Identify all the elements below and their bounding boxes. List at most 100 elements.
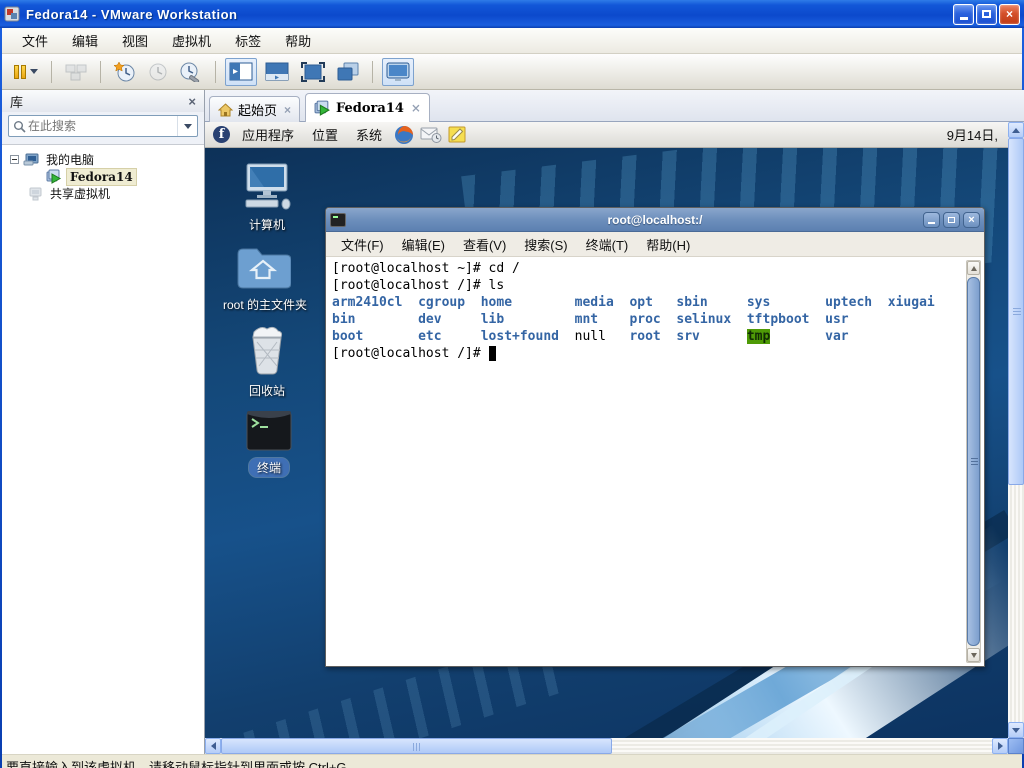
title-bar[interactable]: Fedora14 - VMware Workstation ×: [0, 0, 1024, 28]
applications-menu[interactable]: 应用程序: [236, 125, 300, 144]
terminal-scrollbar[interactable]: [966, 260, 981, 663]
devices-icon: [65, 64, 87, 80]
scroll-right-icon[interactable]: [992, 738, 1008, 754]
scroll-up-icon[interactable]: [967, 261, 980, 275]
terminal-body[interactable]: [root@localhost ~]# cd / [root@localhost …: [327, 258, 983, 665]
collapse-icon[interactable]: [10, 155, 19, 164]
unity-button[interactable]: [333, 58, 363, 86]
terminal-window-icon: [330, 212, 346, 227]
search-input[interactable]: [26, 118, 177, 134]
console-view-icon: [386, 62, 410, 81]
menu-help[interactable]: 帮助: [273, 27, 323, 54]
terminal-title-bar[interactable]: root@localhost:/ ×: [326, 208, 984, 232]
notes-icon[interactable]: [448, 126, 466, 143]
take-snapshot-button[interactable]: [110, 58, 140, 86]
tab-fedora14[interactable]: Fedora14 ×: [305, 93, 430, 122]
window-title: Fedora14 - VMware Workstation: [26, 6, 238, 22]
scroll-left-icon[interactable]: [205, 738, 221, 754]
maximize-icon: [948, 216, 955, 223]
menu-vm[interactable]: 虚拟机: [160, 27, 223, 54]
desktop-icon-home[interactable]: root 的主文件夹: [223, 244, 307, 313]
tab-close-icon[interactable]: ×: [411, 101, 421, 115]
desktop-icon-trash[interactable]: 回收站: [227, 326, 307, 399]
tree-item-shared-vms[interactable]: 共享虚拟机: [2, 185, 204, 202]
places-menu[interactable]: 位置: [306, 125, 344, 144]
tree-item-label: 我的电脑: [46, 153, 95, 167]
show-library-button[interactable]: [225, 57, 257, 86]
minimize-icon: [959, 17, 968, 20]
console-thumbnail-icon: [265, 62, 289, 81]
devices-button[interactable]: [61, 58, 91, 86]
vm-pane: 起始页 × Fedora14 × f 应用程序 位置 系统 9月14日, 计算机…: [205, 90, 1024, 754]
console-view-button[interactable]: [382, 57, 414, 86]
maximize-icon: [982, 10, 991, 18]
terminal-menu-view[interactable]: 查看(V): [454, 235, 515, 254]
terminal-menu-help[interactable]: 帮助(H): [637, 235, 699, 254]
vmware-app-icon: [4, 6, 20, 22]
desktop-icon-computer[interactable]: 计算机: [227, 162, 307, 233]
terminal-maximize-button[interactable]: [943, 211, 960, 228]
scroll-up-icon[interactable]: [1008, 122, 1024, 138]
library-close-icon[interactable]: ×: [188, 94, 196, 109]
trash-icon: [252, 326, 283, 375]
fedora-logo-icon[interactable]: f: [213, 126, 230, 143]
toolbar-separator: [215, 60, 216, 83]
terminal-menu-file[interactable]: 文件(F): [332, 235, 393, 254]
tree-item-label: 共享虚拟机: [50, 187, 111, 201]
snapshot-manager-icon: [180, 62, 200, 82]
scroll-down-icon[interactable]: [1008, 722, 1024, 738]
menu-file[interactable]: 文件: [10, 27, 60, 54]
terminal-menu-search[interactable]: 搜索(S): [515, 235, 576, 254]
menu-bar: 文件 编辑 视图 虚拟机 标签 帮助: [2, 28, 1022, 54]
terminal-menu-terminal[interactable]: 终端(T): [577, 235, 638, 254]
vm-vscroll-thumb[interactable]: [1008, 138, 1024, 485]
tab-label: Fedora14: [336, 100, 404, 116]
terminal-icon: [246, 411, 292, 451]
terminal-window[interactable]: root@localhost:/ × 文件(F) 编辑(E) 查看(V) 搜索(…: [325, 207, 985, 667]
tree-item-my-computer[interactable]: 我的电脑: [2, 151, 204, 168]
vm-vertical-scrollbar[interactable]: [1008, 122, 1024, 738]
desktop-icon-terminal[interactable]: 终端: [229, 410, 309, 477]
power-button[interactable]: [10, 58, 42, 86]
search-box[interactable]: [8, 115, 198, 137]
library-tree: 我的电脑 Fedora14 共享虚拟机: [2, 144, 204, 754]
mail-icon[interactable]: [420, 126, 442, 143]
terminal-minimize-button[interactable]: [923, 211, 940, 228]
shared-vms-icon: [29, 187, 42, 200]
status-bar: 要直接输入到该虚拟机，请移动鼠标指针到里面或按 Ctrl+G。: [2, 754, 1022, 768]
tab-close-icon[interactable]: ×: [284, 103, 291, 117]
system-menu[interactable]: 系统: [350, 125, 388, 144]
show-library-icon: [229, 62, 253, 81]
revert-snapshot-button[interactable]: [144, 58, 172, 86]
vm-hscroll-thumb[interactable]: [221, 738, 612, 754]
menu-edit[interactable]: 编辑: [60, 27, 110, 54]
desktop-icon-label: 回收站: [248, 384, 285, 398]
search-dropdown-button[interactable]: [177, 116, 193, 136]
terminal-scrollbar-thumb[interactable]: [967, 277, 980, 646]
toolbar-separator: [372, 60, 373, 83]
snapshot-icon: [114, 61, 135, 81]
tree-item-label: Fedora14: [66, 167, 137, 186]
tree-item-fedora14[interactable]: Fedora14: [2, 167, 204, 186]
search-icon: [14, 120, 26, 133]
clock-date[interactable]: 9月14日,: [947, 125, 1000, 144]
desktop-icon-label: root 的主文件夹: [223, 298, 308, 312]
snapshot-manager-button[interactable]: [176, 58, 206, 86]
chevron-down-icon: [30, 69, 38, 74]
firefox-icon[interactable]: [394, 125, 414, 145]
fullscreen-button[interactable]: [297, 58, 329, 86]
terminal-menu-edit[interactable]: 编辑(E): [393, 235, 454, 254]
minimize-button[interactable]: [953, 3, 974, 25]
close-button[interactable]: ×: [999, 3, 1020, 25]
tab-home[interactable]: 起始页 ×: [209, 96, 301, 122]
chevron-down-icon: [183, 123, 192, 129]
guest-screen[interactable]: f 应用程序 位置 系统 9月14日, 计算机 root 的主文件夹 回收站 终…: [205, 122, 1008, 738]
scroll-down-icon[interactable]: [967, 648, 980, 662]
toolbar: [2, 54, 1022, 90]
maximize-button[interactable]: [976, 3, 997, 25]
menu-view[interactable]: 视图: [110, 27, 160, 54]
vm-horizontal-scrollbar[interactable]: [205, 738, 1008, 754]
terminal-close-button[interactable]: ×: [963, 211, 980, 228]
console-thumbnail-button[interactable]: [261, 58, 293, 86]
menu-tabs[interactable]: 标签: [223, 27, 273, 54]
